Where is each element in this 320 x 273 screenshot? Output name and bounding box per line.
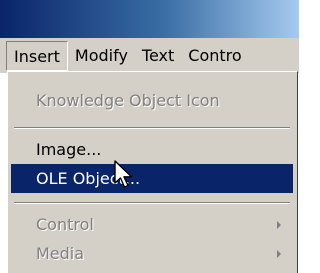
menu-text[interactable]: Text	[135, 41, 181, 71]
insert-dropdown-menu: Knowledge Object Icon Image... OLE Objec…	[7, 71, 298, 273]
menu-item-control-label: Control	[36, 215, 94, 234]
menu-separator	[14, 127, 290, 129]
menu-item-image[interactable]: Image...	[11, 135, 293, 164]
menu-control[interactable]: Contro	[181, 41, 248, 71]
menu-bar: Insert Modify Text Contro	[0, 38, 299, 73]
mouse-pointer-icon	[114, 160, 133, 188]
menu-item-media: Media	[11, 239, 293, 268]
menu-item-media-label: Media	[36, 244, 85, 263]
menu-separator	[14, 202, 290, 204]
window-title-bar	[0, 0, 299, 38]
chevron-right-icon	[277, 250, 281, 258]
menu-modify[interactable]: Modify	[68, 41, 135, 71]
chevron-right-icon	[277, 221, 281, 229]
menu-insert[interactable]: Insert	[6, 40, 68, 71]
menu-item-knowledge-object-icon: Knowledge Object Icon	[36, 91, 220, 110]
menu-item-ole-object[interactable]: OLE Object...	[11, 164, 293, 193]
menu-item-control: Control	[11, 210, 293, 239]
